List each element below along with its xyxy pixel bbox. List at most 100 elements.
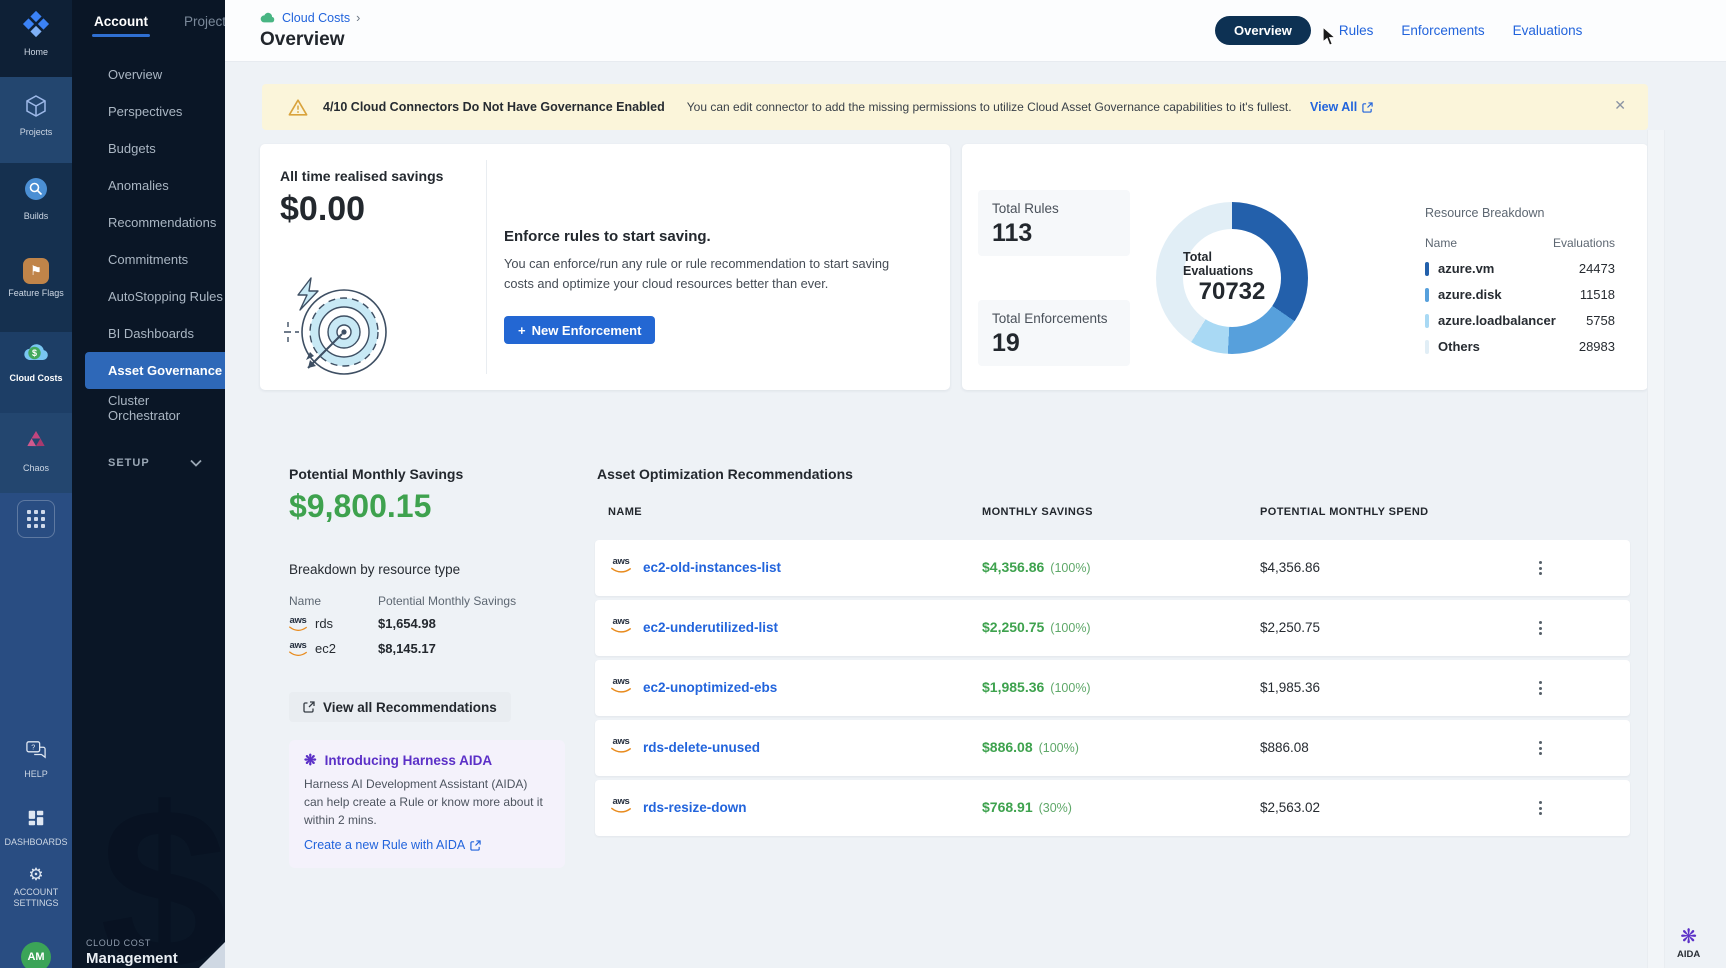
rail-item-label: Cloud Costs xyxy=(10,373,63,384)
rail-item-home[interactable]: Home xyxy=(0,10,72,58)
table-row[interactable]: aws rds-resize-down $768.91(30%) $2,563.… xyxy=(595,780,1630,836)
table-row[interactable]: aws ec2-old-instances-list $4,356.86(100… xyxy=(595,540,1630,596)
legend-chip xyxy=(1425,314,1429,328)
sidebar-item-overview[interactable]: Overview xyxy=(72,56,225,93)
sidebar-item-recommendations[interactable]: Recommendations xyxy=(72,204,225,241)
aida-fab-button[interactable]: ❋ AIDA xyxy=(1677,926,1700,960)
sidebar-item-asset-governance[interactable]: Asset Governance xyxy=(85,352,225,389)
svg-text:$: $ xyxy=(32,348,37,358)
row-menu-kebab-icon[interactable] xyxy=(1533,798,1547,818)
rule-link[interactable]: ec2-unoptimized-ebs xyxy=(643,680,777,695)
savings-percent: (100%) xyxy=(1039,741,1079,755)
row-menu-kebab-icon[interactable] xyxy=(1533,558,1547,578)
create-rule-with-aida-link[interactable]: Create a new Rule with AIDA xyxy=(304,838,550,852)
rail-item-label: HELP xyxy=(24,769,48,780)
governance-tabs: Overview Rules Enforcements Evaluations xyxy=(1215,16,1582,45)
main-content: Cloud Costs › Overview Overview Rules En… xyxy=(225,0,1726,968)
setup-section-toggle[interactable]: SETUP xyxy=(72,448,225,478)
row-menu-kebab-icon[interactable] xyxy=(1533,738,1547,758)
tab-account[interactable]: Account xyxy=(94,14,148,29)
aws-logo: aws xyxy=(289,641,307,657)
breakdown-row: azure.vm 24473 xyxy=(1425,261,1615,276)
aws-logo: aws xyxy=(289,616,307,632)
new-enforcement-button[interactable]: + New Enforcement xyxy=(504,316,655,344)
breakdown-name: Others xyxy=(1438,339,1480,354)
potential-spend-value: $886.08 xyxy=(1260,740,1309,755)
tab-project[interactable]: Project xyxy=(184,14,225,29)
sidebar-item-commitments[interactable]: Commitments xyxy=(72,241,225,278)
rail-item-projects[interactable]: Projects xyxy=(0,94,72,138)
user-avatar[interactable]: AM xyxy=(0,942,72,968)
table-row[interactable]: aws rds-delete-unused $886.08(100%) $886… xyxy=(595,720,1630,776)
col-monthly-savings-header: MONTHLY SAVINGS xyxy=(982,506,1093,518)
rail-item-chaos[interactable]: Chaos xyxy=(0,428,72,474)
help-chat-icon: ? xyxy=(25,740,47,765)
tab-rules[interactable]: Rules xyxy=(1339,23,1374,38)
rule-link[interactable]: ec2-old-instances-list xyxy=(643,560,781,575)
banner-message: You can edit connector to add the missin… xyxy=(687,100,1292,114)
savings-percent: (100%) xyxy=(1050,561,1090,575)
module-switcher[interactable] xyxy=(0,500,72,538)
realised-savings-label: All time realised savings xyxy=(280,168,443,184)
breadcrumb-separator: › xyxy=(356,11,360,25)
breakdown-name: azure.disk xyxy=(1438,287,1502,302)
cube-icon xyxy=(24,94,48,123)
scrollbar-track[interactable] xyxy=(1647,130,1665,968)
rail-item-dashboards[interactable]: DASHBOARDS xyxy=(0,808,72,848)
resource-breakdown-title: Resource Breakdown xyxy=(1425,206,1615,220)
sidebar-collapse-handle[interactable] xyxy=(199,942,225,968)
sidebar-item-perspectives[interactable]: Perspectives xyxy=(72,93,225,130)
external-link-icon xyxy=(303,701,315,713)
row-menu-kebab-icon[interactable] xyxy=(1533,678,1547,698)
row-menu-kebab-icon[interactable] xyxy=(1533,618,1547,638)
aws-logo: aws xyxy=(611,797,631,814)
chevron-down-icon xyxy=(190,459,202,467)
cloud-dollar-icon: $ xyxy=(21,340,51,369)
cloud-icon xyxy=(260,12,276,24)
view-all-recommendations-button[interactable]: View all Recommendations xyxy=(289,692,511,722)
rail-item-label: Chaos xyxy=(23,463,49,474)
sidebar-item-budgets[interactable]: Budgets xyxy=(72,130,225,167)
rule-link[interactable]: rds-delete-unused xyxy=(643,740,760,755)
table-row[interactable]: aws ec2-unoptimized-ebs $1,985.36(100%) … xyxy=(595,660,1630,716)
sidebar-item-autostopping-rules[interactable]: AutoStopping Rules xyxy=(72,278,225,315)
aida-promo-card: ❋ Introducing Harness AIDA Harness AI De… xyxy=(289,740,565,868)
aida-card-title: Introducing Harness AIDA xyxy=(325,753,493,768)
breakdown-row: azure.loadbalancer 5758 xyxy=(1425,313,1615,328)
col-name: Name xyxy=(289,594,321,608)
tab-enforcements[interactable]: Enforcements xyxy=(1401,23,1484,38)
governance-warning-banner: 4/10 Cloud Connectors Do Not Have Govern… xyxy=(262,84,1648,130)
sidebar-item-bi-dashboards[interactable]: BI Dashboards xyxy=(72,315,225,352)
legend-chip xyxy=(1425,288,1429,302)
tab-overview[interactable]: Overview xyxy=(1215,16,1311,45)
harness-logo-icon xyxy=(22,10,50,43)
aida-fab-label: AIDA xyxy=(1677,949,1700,960)
rail-item-help[interactable]: ? HELP xyxy=(0,740,72,780)
dollar-watermark: $ xyxy=(100,756,225,968)
aida-card-title-row: ❋ Introducing Harness AIDA xyxy=(304,753,550,768)
rail-item-feature-flags[interactable]: ⚑ Feature Flags xyxy=(0,258,72,299)
monthly-savings-value: $1,985.36(100%) xyxy=(982,679,1091,695)
rail-item-account-settings[interactable]: ⚙ ACCOUNT SETTINGS xyxy=(0,866,72,909)
sidebar-item-cluster-orchestrator[interactable]: Cluster Orchestrator xyxy=(72,389,225,426)
total-enforcements-label: Total Enforcements xyxy=(992,311,1116,326)
chaos-pinwheel-icon xyxy=(23,428,49,459)
banner-view-all-link[interactable]: View All xyxy=(1310,100,1373,114)
breadcrumb-link-cloud-costs[interactable]: Cloud Costs xyxy=(282,11,350,25)
recommendations-title: Asset Optimization Recommendations xyxy=(597,466,853,482)
rail-item-builds[interactable]: Builds xyxy=(0,176,72,222)
close-icon[interactable]: ✕ xyxy=(1614,97,1626,114)
tab-evaluations[interactable]: Evaluations xyxy=(1513,23,1583,38)
svg-text:?: ? xyxy=(31,743,35,752)
sidebar-item-anomalies[interactable]: Anomalies xyxy=(72,167,225,204)
banner-title: 4/10 Cloud Connectors Do Not Have Govern… xyxy=(323,100,665,114)
rule-link[interactable]: ec2-underutilized-list xyxy=(643,620,778,635)
enforce-cta-title: Enforce rules to start saving. xyxy=(504,228,711,245)
view-all-recommendations-label: View all Recommendations xyxy=(323,700,497,715)
aws-logo: aws xyxy=(611,617,631,634)
table-row[interactable]: aws ec2-underutilized-list $2,250.75(100… xyxy=(595,600,1630,656)
create-rule-label: Create a new Rule with AIDA xyxy=(304,838,465,852)
rule-link[interactable]: rds-resize-down xyxy=(643,800,747,815)
aida-flower-icon: ❋ xyxy=(304,753,317,768)
rail-item-cloud-costs[interactable]: $ Cloud Costs xyxy=(0,340,72,384)
